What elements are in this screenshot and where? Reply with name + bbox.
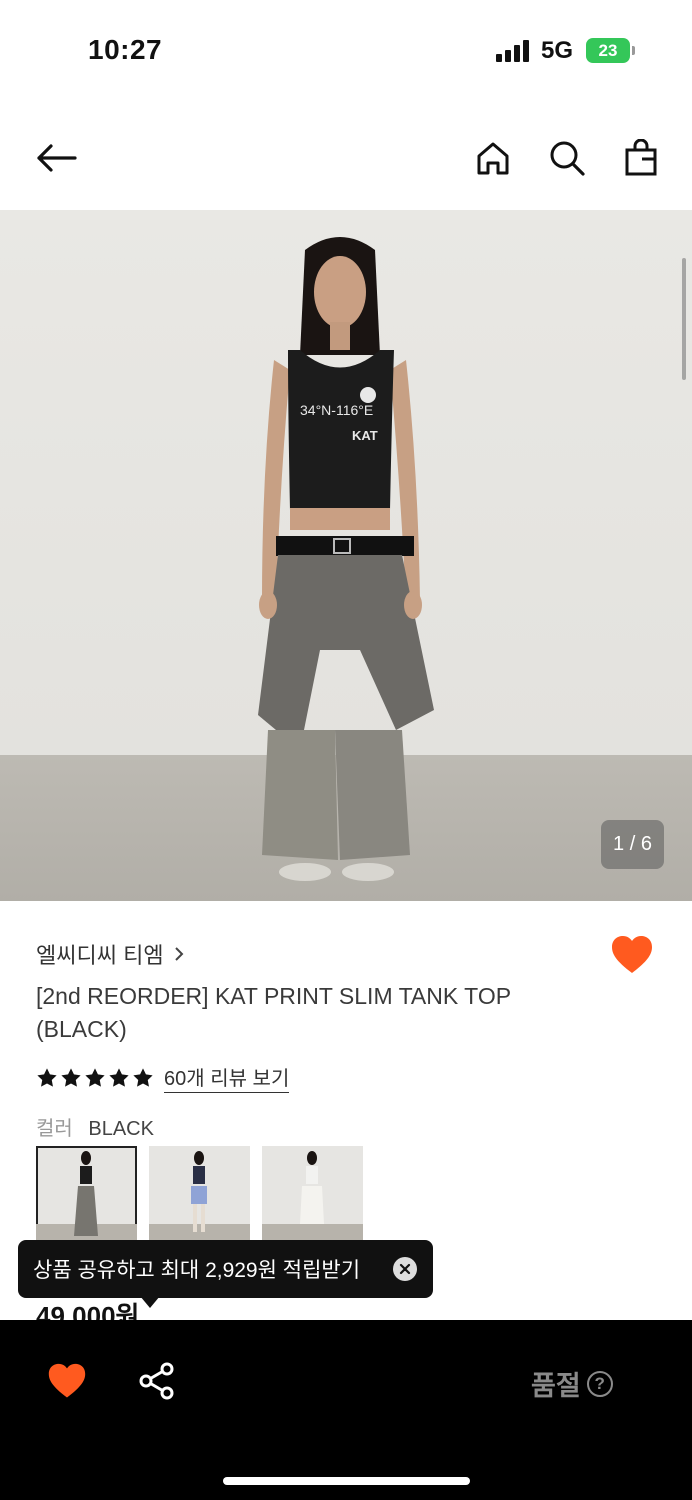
- color-label: 컬러: [36, 1118, 73, 1140]
- network-label: 5G: [541, 37, 574, 64]
- color-swatches: [36, 1146, 363, 1240]
- brand-name: 엘씨디씨 티엠: [36, 943, 164, 968]
- share-icon[interactable]: [138, 1362, 176, 1400]
- sold-out-label: 품절: [531, 1371, 581, 1401]
- swatch-navy[interactable]: [149, 1146, 250, 1240]
- shopping-bag-icon[interactable]: [619, 136, 663, 180]
- share-reward-tooltip[interactable]: 상품 공유하고 최대 2,929원 적립받기: [18, 1240, 433, 1298]
- battery-tip: [632, 46, 635, 55]
- swatch-black[interactable]: [36, 1146, 137, 1240]
- star-icon: [109, 1067, 129, 1087]
- chevron-right-icon: [174, 947, 183, 961]
- sold-out-status: 품절 ?: [531, 1364, 613, 1403]
- search-icon[interactable]: [545, 136, 589, 180]
- star-icon: [85, 1067, 105, 1087]
- status-time: 10:27: [88, 34, 163, 65]
- close-icon[interactable]: [393, 1257, 417, 1281]
- status-bar: 10:27 5G 23: [0, 0, 692, 100]
- home-icon[interactable]: [471, 136, 515, 180]
- top-nav: [0, 120, 692, 196]
- product-image[interactable]: 34°N-116°E KAT 1 / 6: [0, 210, 692, 901]
- back-arrow-icon[interactable]: [34, 136, 78, 180]
- rating-row: 60개 리뷰 보기: [36, 1062, 290, 1093]
- image-counter: 1 / 6: [601, 820, 664, 869]
- swatch-white[interactable]: [262, 1146, 363, 1240]
- brand-link[interactable]: 엘씨디씨 티엠: [36, 938, 184, 970]
- color-row: 컬러 BLACK: [36, 1112, 154, 1141]
- model-figure: 34°N-116°E KAT: [258, 237, 434, 881]
- star-icon: [61, 1067, 81, 1087]
- star-icon: [37, 1067, 57, 1087]
- rating-stars: [36, 1067, 154, 1089]
- product-title: [2nd REORDER] KAT PRINT SLIM TANK TOP (B…: [36, 983, 511, 1042]
- battery-icon: 23: [586, 38, 630, 63]
- bottom-action-bar: 품절 ?: [0, 1320, 692, 1500]
- svg-text:KAT: KAT: [352, 428, 378, 443]
- tooltip-tail: [140, 1296, 160, 1308]
- star-icon: [133, 1067, 153, 1087]
- signal-icon: [496, 40, 532, 62]
- heart-icon[interactable]: [610, 934, 654, 978]
- home-indicator: [223, 1477, 470, 1485]
- svg-text:34°N-116°E: 34°N-116°E: [300, 402, 373, 418]
- scroll-indicator: [682, 258, 686, 380]
- review-link[interactable]: 60개 리뷰 보기: [164, 1062, 290, 1093]
- tooltip-text: 상품 공유하고 최대 2,929원 적립받기: [33, 1259, 361, 1282]
- help-icon[interactable]: ?: [586, 1370, 613, 1397]
- color-value: BLACK: [88, 1118, 154, 1140]
- heart-icon[interactable]: [47, 1362, 87, 1402]
